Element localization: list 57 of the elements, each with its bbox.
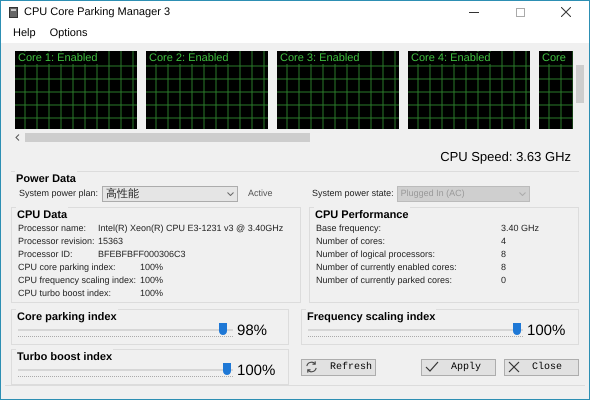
- slider[interactable]: [18, 363, 233, 379]
- chevron-icon: [227, 192, 234, 196]
- info-label: Base frequency:: [316, 222, 382, 235]
- chevron-icon: [518, 192, 526, 196]
- info-label: Number of cores:: [316, 234, 386, 248]
- info-value: 3.40 GHz: [501, 222, 540, 235]
- refresh-icon: [305, 360, 318, 374]
- info-value: 8: [501, 260, 506, 274]
- refresh-button[interactable]: Refresh: [301, 358, 376, 376]
- info-value: Intel(R) Xeon(R) CPU E3-1231 v3 @ 3.40GHz: [98, 222, 284, 235]
- slider-thumb[interactable]: [223, 363, 231, 375]
- info-value: BFEBFBFF000306C3: [98, 248, 186, 261]
- info-value: 8: [501, 248, 506, 261]
- menu-item[interactable]: Help: [13, 24, 36, 42]
- core-status: Core 4: Enabled: [411, 52, 490, 64]
- slider-thumb[interactable]: [218, 323, 227, 335]
- info-value: 100%: [140, 274, 164, 287]
- info-label: Processor name:: [18, 222, 88, 235]
- plan-status: Active: [248, 187, 274, 200]
- core-status: Core 1: Enabled: [18, 52, 98, 64]
- info-label: CPU turbo boost index:: [18, 286, 112, 300]
- close-icon: [561, 7, 571, 17]
- state-label: System power state:: [312, 187, 394, 200]
- info-label: Processor ID:: [18, 248, 74, 261]
- close-icon: [508, 361, 520, 373]
- slider-value: 98%: [237, 321, 268, 341]
- info-value: 0: [501, 274, 506, 287]
- check-icon: [425, 361, 439, 373]
- app-icon: [9, 6, 18, 18]
- slider-thumb[interactable]: [513, 323, 521, 335]
- plan-label: System power plan:: [19, 187, 98, 200]
- info-label: Processor revision:: [18, 234, 96, 248]
- group-title: Frequency scaling index: [306, 309, 436, 326]
- info-label: Number of currently enabled cores:: [316, 260, 458, 274]
- core-status: Core: [542, 52, 566, 64]
- slider-value: 100%: [237, 361, 276, 381]
- core-status: Core 3: Enabled: [280, 52, 360, 64]
- group-title: Core parking index: [16, 309, 118, 326]
- info-value: 100%: [140, 260, 164, 274]
- slider[interactable]: [18, 323, 233, 339]
- core-status: Core 2: Enabled: [149, 52, 228, 64]
- info-label: CPU core parking index:: [18, 260, 117, 274]
- window-title: CPU Core Parking Manager 3: [24, 4, 170, 20]
- menu-item[interactable]: Options: [50, 24, 88, 42]
- apply-button[interactable]: Apply: [421, 358, 496, 376]
- slider[interactable]: [308, 323, 523, 339]
- info-label: CPU frequency scaling index:: [18, 274, 138, 287]
- info-label: Number of currently parked cores:: [316, 274, 454, 287]
- info-value: 15363: [98, 234, 124, 248]
- close-button[interactable]: Close: [504, 358, 579, 376]
- scroll-left-icon[interactable]: [15, 134, 20, 140]
- info-value: 4: [501, 234, 506, 248]
- cpu-speed: CPU Speed: 3.63 GHz: [440, 148, 571, 166]
- info-value: 100%: [140, 286, 164, 300]
- slider-value: 100%: [527, 321, 566, 341]
- info-label: Number of logical processors:: [316, 248, 436, 261]
- plan-dropdown[interactable]: 高性能: [102, 186, 238, 202]
